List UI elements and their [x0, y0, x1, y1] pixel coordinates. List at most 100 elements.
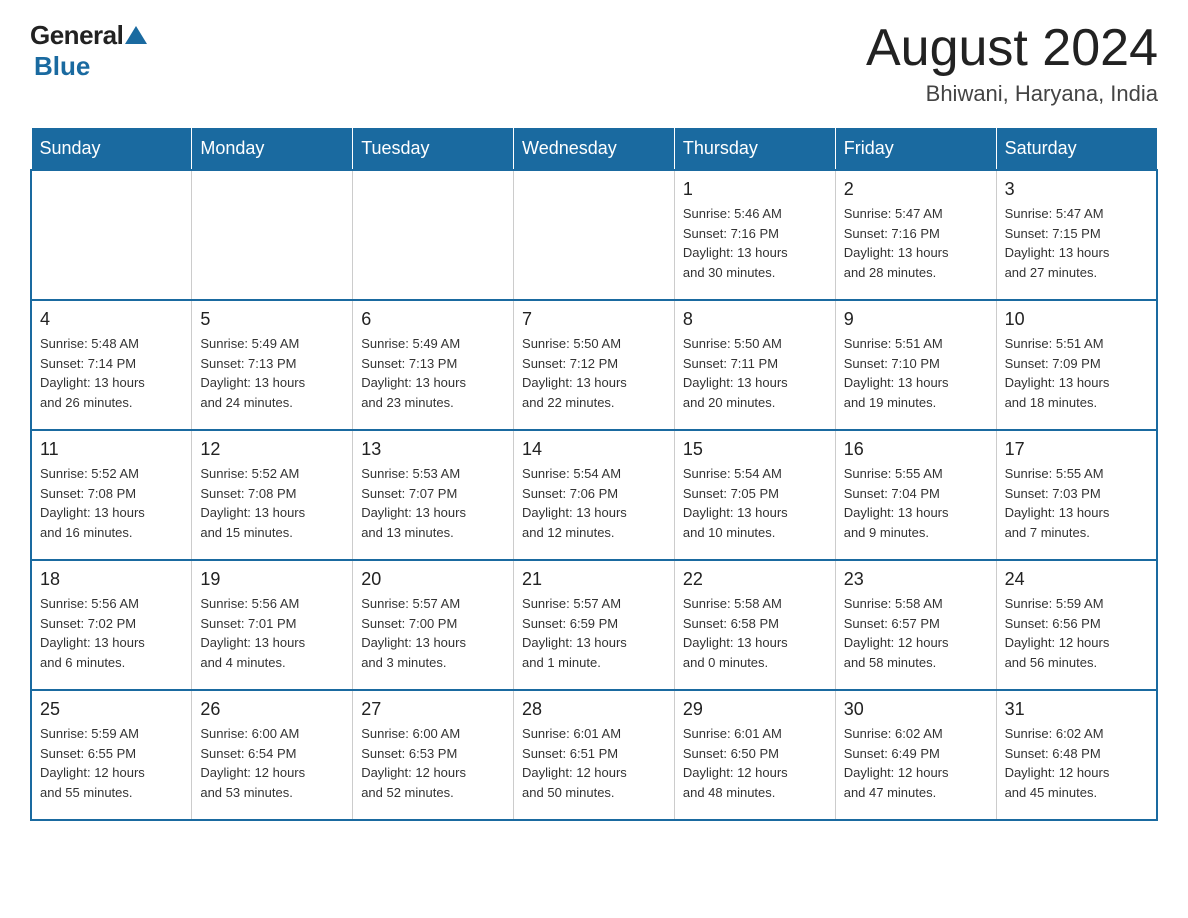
day-number: 17 — [1005, 439, 1148, 460]
weekday-header-saturday: Saturday — [996, 128, 1157, 171]
day-number: 31 — [1005, 699, 1148, 720]
calendar-week-row: 1 Sunrise: 5:46 AM Sunset: 7:16 PM Daylig… — [31, 170, 1157, 300]
day-number: 21 — [522, 569, 666, 590]
calendar-cell — [514, 170, 675, 300]
month-title: August 2024 — [866, 20, 1158, 77]
day-number: 2 — [844, 179, 988, 200]
calendar-cell: 25 Sunrise: 5:59 AM Sunset: 6:55 PM Dayli… — [31, 690, 192, 820]
day-number: 3 — [1005, 179, 1148, 200]
calendar-cell: 9 Sunrise: 5:51 AM Sunset: 7:10 PM Daylig… — [835, 300, 996, 430]
calendar-cell — [31, 170, 192, 300]
day-info: Sunrise: 5:52 AM Sunset: 7:08 PM Dayligh… — [40, 464, 183, 542]
calendar-cell: 22 Sunrise: 5:58 AM Sunset: 6:58 PM Dayli… — [674, 560, 835, 690]
day-info: Sunrise: 6:02 AM Sunset: 6:49 PM Dayligh… — [844, 724, 988, 802]
day-number: 22 — [683, 569, 827, 590]
calendar-week-row: 4Sunrise: 5:48 AM Sunset: 7:14 PM Daylig… — [31, 300, 1157, 430]
calendar-week-row: 25 Sunrise: 5:59 AM Sunset: 6:55 PM Dayli… — [31, 690, 1157, 820]
calendar-cell: 8 Sunrise: 5:50 AM Sunset: 7:11 PM Daylig… — [674, 300, 835, 430]
day-number: 26 — [200, 699, 344, 720]
calendar-cell: 24 Sunrise: 5:59 AM Sunset: 6:56 PM Dayli… — [996, 560, 1157, 690]
calendar-cell: 30 Sunrise: 6:02 AM Sunset: 6:49 PM Dayli… — [835, 690, 996, 820]
day-number: 11 — [40, 439, 183, 460]
calendar-cell: 28Sunrise: 6:01 AM Sunset: 6:51 PM Dayli… — [514, 690, 675, 820]
calendar-cell: 13Sunrise: 5:53 AM Sunset: 7:07 PM Dayli… — [353, 430, 514, 560]
day-number: 30 — [844, 699, 988, 720]
title-area: August 2024 Bhiwani, Haryana, India — [866, 20, 1158, 107]
day-number: 7 — [522, 309, 666, 330]
weekday-header-wednesday: Wednesday — [514, 128, 675, 171]
day-info: Sunrise: 5:55 AM Sunset: 7:03 PM Dayligh… — [1005, 464, 1148, 542]
day-number: 5 — [200, 309, 344, 330]
calendar-cell: 27 Sunrise: 6:00 AM Sunset: 6:53 PM Dayli… — [353, 690, 514, 820]
calendar-cell: 21 Sunrise: 5:57 AM Sunset: 6:59 PM Dayli… — [514, 560, 675, 690]
day-number: 24 — [1005, 569, 1148, 590]
calendar-cell: 20Sunrise: 5:57 AM Sunset: 7:00 PM Dayli… — [353, 560, 514, 690]
day-number: 25 — [40, 699, 183, 720]
calendar-cell: 14Sunrise: 5:54 AM Sunset: 7:06 PM Dayli… — [514, 430, 675, 560]
logo-triangle-icon — [125, 24, 147, 46]
day-info: Sunrise: 5:59 AM Sunset: 6:56 PM Dayligh… — [1005, 594, 1148, 672]
day-info: Sunrise: 5:54 AM Sunset: 7:06 PM Dayligh… — [522, 464, 666, 542]
day-number: 15 — [683, 439, 827, 460]
day-info: Sunrise: 5:50 AM Sunset: 7:11 PM Dayligh… — [683, 334, 827, 412]
day-info: Sunrise: 5:51 AM Sunset: 7:09 PM Dayligh… — [1005, 334, 1148, 412]
day-info: Sunrise: 5:57 AM Sunset: 6:59 PM Dayligh… — [522, 594, 666, 672]
calendar-cell: 17 Sunrise: 5:55 AM Sunset: 7:03 PM Dayli… — [996, 430, 1157, 560]
day-number: 6 — [361, 309, 505, 330]
weekday-header-friday: Friday — [835, 128, 996, 171]
calendar-cell: 7 Sunrise: 5:50 AM Sunset: 7:12 PM Daylig… — [514, 300, 675, 430]
calendar-cell — [353, 170, 514, 300]
day-number: 9 — [844, 309, 988, 330]
calendar-cell: 15 Sunrise: 5:54 AM Sunset: 7:05 PM Dayli… — [674, 430, 835, 560]
calendar-cell: 2 Sunrise: 5:47 AM Sunset: 7:16 PM Daylig… — [835, 170, 996, 300]
day-info: Sunrise: 5:52 AM Sunset: 7:08 PM Dayligh… — [200, 464, 344, 542]
day-info: Sunrise: 5:46 AM Sunset: 7:16 PM Dayligh… — [683, 204, 827, 282]
day-number: 29 — [683, 699, 827, 720]
day-info: Sunrise: 5:47 AM Sunset: 7:15 PM Dayligh… — [1005, 204, 1148, 282]
day-info: Sunrise: 5:57 AM Sunset: 7:00 PM Dayligh… — [361, 594, 505, 672]
calendar-table: SundayMondayTuesdayWednesdayThursdayFrid… — [30, 127, 1158, 821]
day-number: 18 — [40, 569, 183, 590]
day-info: Sunrise: 5:58 AM Sunset: 6:58 PM Dayligh… — [683, 594, 827, 672]
calendar-cell: 18Sunrise: 5:56 AM Sunset: 7:02 PM Dayli… — [31, 560, 192, 690]
weekday-header-sunday: Sunday — [31, 128, 192, 171]
weekday-header-tuesday: Tuesday — [353, 128, 514, 171]
logo: General Blue — [30, 20, 147, 82]
calendar-cell: 31Sunrise: 6:02 AM Sunset: 6:48 PM Dayli… — [996, 690, 1157, 820]
calendar-cell: 1 Sunrise: 5:46 AM Sunset: 7:16 PM Daylig… — [674, 170, 835, 300]
day-info: Sunrise: 6:01 AM Sunset: 6:50 PM Dayligh… — [683, 724, 827, 802]
calendar-cell: 5Sunrise: 5:49 AM Sunset: 7:13 PM Daylig… — [192, 300, 353, 430]
calendar-cell — [192, 170, 353, 300]
calendar-cell: 6Sunrise: 5:49 AM Sunset: 7:13 PM Daylig… — [353, 300, 514, 430]
calendar-week-row: 11 Sunrise: 5:52 AM Sunset: 7:08 PM Dayli… — [31, 430, 1157, 560]
day-info: Sunrise: 5:56 AM Sunset: 7:01 PM Dayligh… — [200, 594, 344, 672]
location-subtitle: Bhiwani, Haryana, India — [866, 81, 1158, 107]
day-info: Sunrise: 5:59 AM Sunset: 6:55 PM Dayligh… — [40, 724, 183, 802]
day-number: 1 — [683, 179, 827, 200]
day-info: Sunrise: 5:55 AM Sunset: 7:04 PM Dayligh… — [844, 464, 988, 542]
day-info: Sunrise: 6:00 AM Sunset: 6:53 PM Dayligh… — [361, 724, 505, 802]
day-info: Sunrise: 6:00 AM Sunset: 6:54 PM Dayligh… — [200, 724, 344, 802]
day-info: Sunrise: 5:54 AM Sunset: 7:05 PM Dayligh… — [683, 464, 827, 542]
day-number: 8 — [683, 309, 827, 330]
calendar-cell: 4Sunrise: 5:48 AM Sunset: 7:14 PM Daylig… — [31, 300, 192, 430]
calendar-cell: 19Sunrise: 5:56 AM Sunset: 7:01 PM Dayli… — [192, 560, 353, 690]
day-info: Sunrise: 6:01 AM Sunset: 6:51 PM Dayligh… — [522, 724, 666, 802]
weekday-header-monday: Monday — [192, 128, 353, 171]
day-info: Sunrise: 5:58 AM Sunset: 6:57 PM Dayligh… — [844, 594, 988, 672]
calendar-cell: 26 Sunrise: 6:00 AM Sunset: 6:54 PM Dayli… — [192, 690, 353, 820]
page-header: General Blue August 2024 Bhiwani, Haryan… — [30, 20, 1158, 107]
day-info: Sunrise: 5:50 AM Sunset: 7:12 PM Dayligh… — [522, 334, 666, 412]
calendar-cell: 12Sunrise: 5:52 AM Sunset: 7:08 PM Dayli… — [192, 430, 353, 560]
calendar-cell: 23Sunrise: 5:58 AM Sunset: 6:57 PM Dayli… — [835, 560, 996, 690]
calendar-week-row: 18Sunrise: 5:56 AM Sunset: 7:02 PM Dayli… — [31, 560, 1157, 690]
calendar-cell: 11 Sunrise: 5:52 AM Sunset: 7:08 PM Dayli… — [31, 430, 192, 560]
day-number: 27 — [361, 699, 505, 720]
day-number: 13 — [361, 439, 505, 460]
day-info: Sunrise: 5:47 AM Sunset: 7:16 PM Dayligh… — [844, 204, 988, 282]
day-number: 16 — [844, 439, 988, 460]
weekday-header-row: SundayMondayTuesdayWednesdayThursdayFrid… — [31, 128, 1157, 171]
day-info: Sunrise: 5:51 AM Sunset: 7:10 PM Dayligh… — [844, 334, 988, 412]
calendar-cell: 10Sunrise: 5:51 AM Sunset: 7:09 PM Dayli… — [996, 300, 1157, 430]
day-info: Sunrise: 5:48 AM Sunset: 7:14 PM Dayligh… — [40, 334, 183, 412]
